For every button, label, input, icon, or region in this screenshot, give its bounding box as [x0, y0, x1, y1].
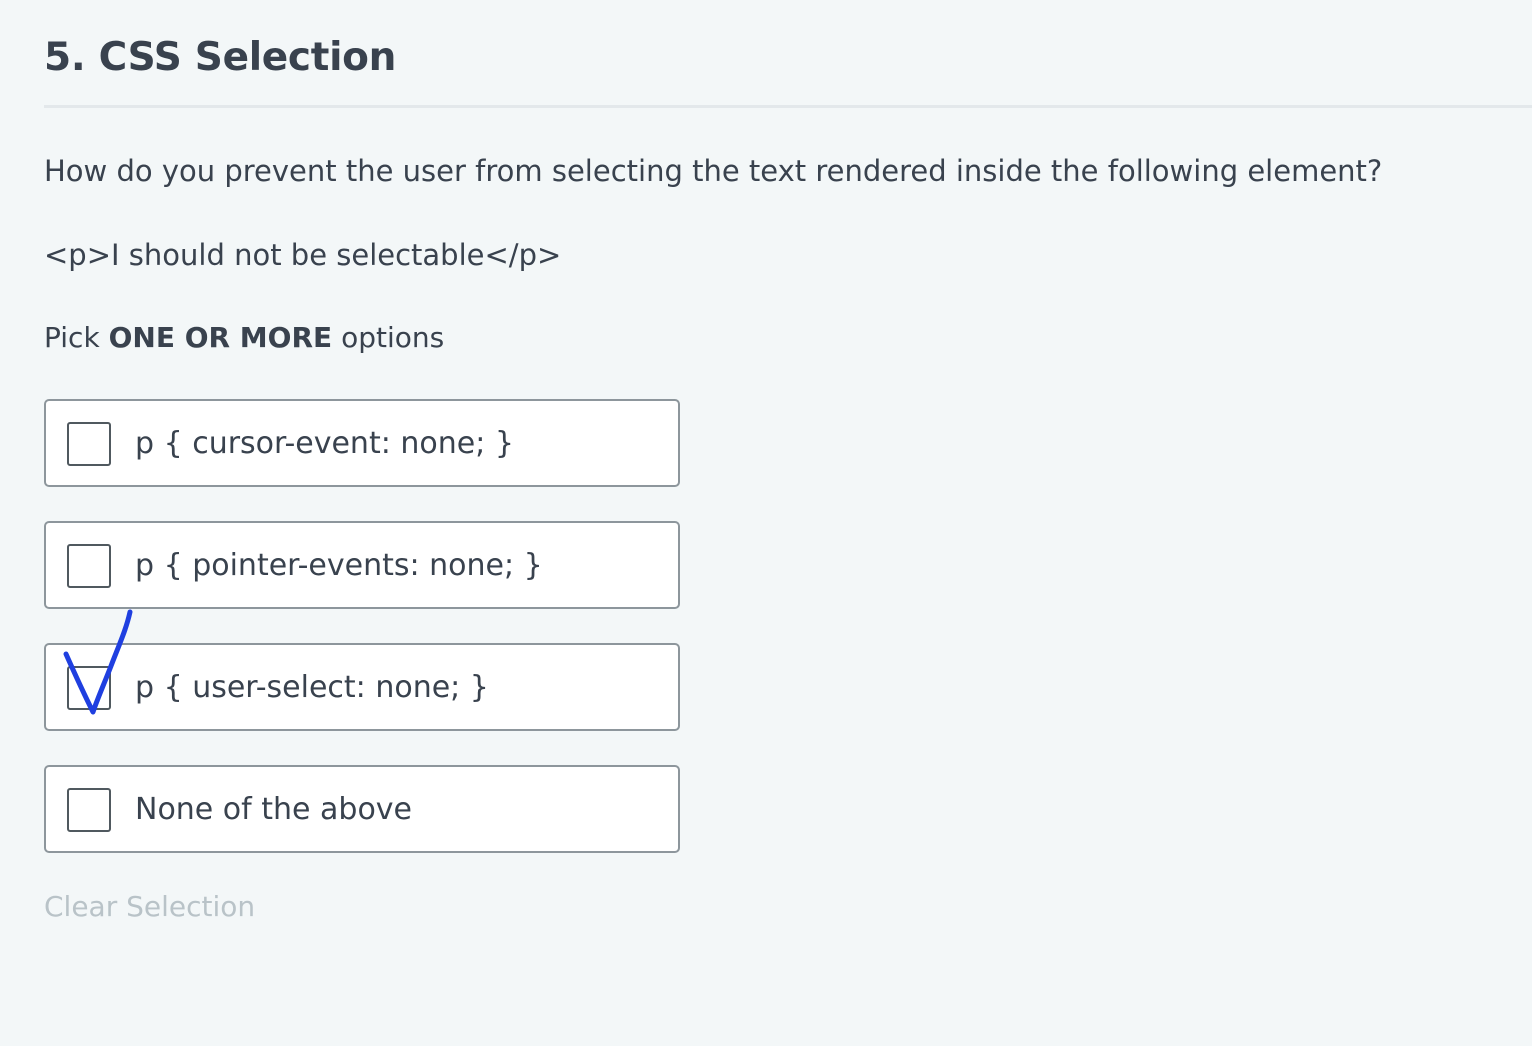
option-checkbox[interactable]	[67, 422, 111, 466]
code-snippet: <p>I should not be selectable</p>	[44, 238, 562, 272]
pick-prefix: Pick	[44, 321, 100, 354]
question-title: 5. CSS Selection	[44, 35, 397, 80]
option-label: p { user-select: none; }	[135, 670, 489, 705]
title-divider	[44, 105, 1532, 108]
option-none-of-the-above[interactable]: None of the above	[44, 765, 680, 853]
option-label: None of the above	[135, 792, 413, 827]
pick-emphasis: ONE OR MORE	[108, 321, 333, 354]
option-checkbox[interactable]	[67, 544, 111, 588]
pick-instruction: Pick ONE OR MORE options	[44, 317, 444, 359]
option-pointer-events[interactable]: p { pointer-events: none; }	[44, 521, 680, 609]
option-cursor-event[interactable]: p { cursor-event: none; }	[44, 399, 680, 487]
option-label: p { cursor-event: none; }	[135, 426, 514, 461]
question-prompt: How do you prevent the user from selecti…	[44, 154, 1383, 188]
question-panel: 5. CSS Selection How do you prevent the …	[44, 0, 1532, 1046]
option-checkbox[interactable]	[67, 666, 111, 710]
option-label: p { pointer-events: none; }	[135, 548, 543, 583]
option-checkbox[interactable]	[67, 788, 111, 832]
pick-suffix: options	[341, 321, 445, 354]
clear-selection-link[interactable]: Clear Selection	[44, 886, 255, 928]
option-user-select[interactable]: p { user-select: none; }	[44, 643, 680, 731]
